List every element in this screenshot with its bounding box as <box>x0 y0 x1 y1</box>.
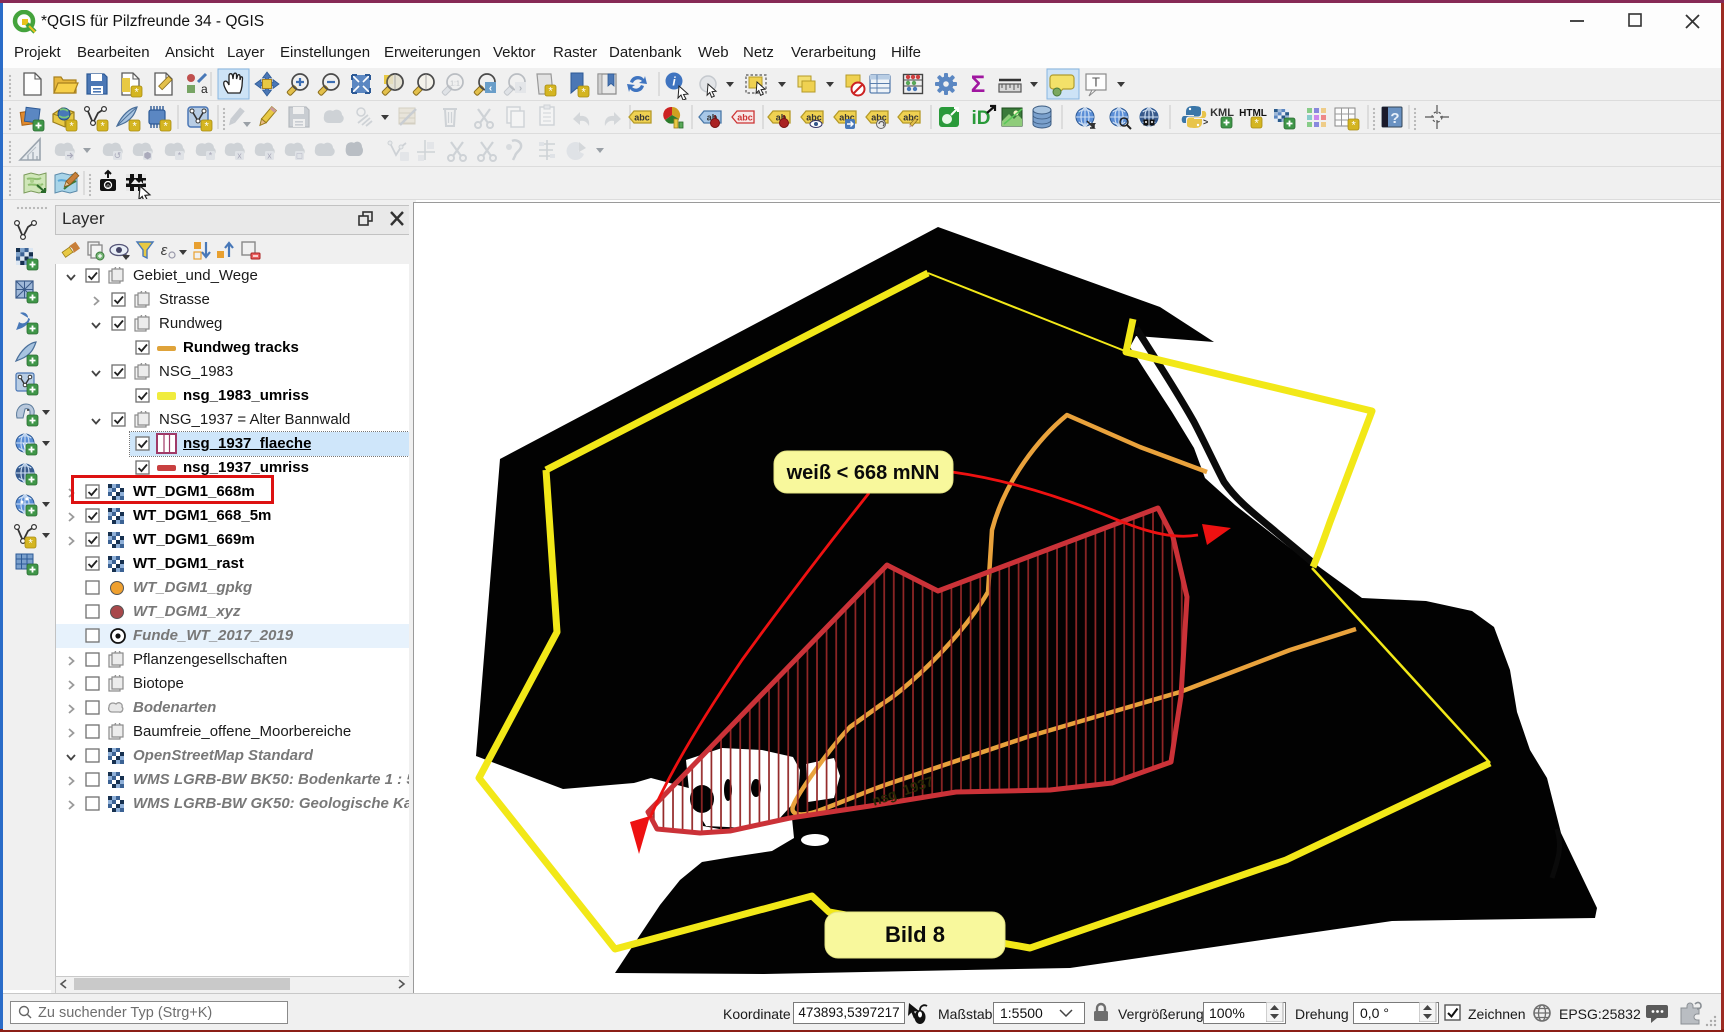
svg-text:>: > <box>1203 117 1208 127</box>
svg-text:□: □ <box>297 151 303 161</box>
svg-text:›: › <box>519 83 522 94</box>
svg-text:*: * <box>581 87 586 99</box>
svg-text:*: * <box>1254 118 1259 130</box>
svg-text:?: ? <box>1390 110 1399 127</box>
svg-text:⬢: ⬢ <box>144 151 152 161</box>
svg-text:x: x <box>237 151 242 161</box>
svg-text:*: * <box>163 121 168 133</box>
svg-text:Bild 8: Bild 8 <box>885 922 945 947</box>
svg-text:‹: ‹ <box>489 83 492 94</box>
svg-text:abc: abc <box>634 113 650 123</box>
svg-text:1:1: 1:1 <box>450 81 460 88</box>
svg-text:weiß < 668 mNN: weiß < 668 mNN <box>786 462 940 484</box>
svg-text:*: * <box>209 151 213 161</box>
svg-text:↺: ↺ <box>114 151 122 161</box>
svg-text:Σ: Σ <box>971 71 985 98</box>
svg-text:T: T <box>1092 75 1100 90</box>
svg-text:*: * <box>178 151 182 161</box>
svg-text:*: * <box>100 121 105 133</box>
svg-text:*: * <box>204 121 209 133</box>
svg-text:*: * <box>28 538 33 550</box>
svg-text:ε: ε <box>161 242 168 259</box>
svg-text:*: * <box>69 121 74 133</box>
svg-text:abc: abc <box>737 113 753 123</box>
svg-text:x: x <box>267 151 272 161</box>
svg-text:*: * <box>132 121 137 133</box>
svg-text:a: a <box>201 82 208 96</box>
svg-text:*: * <box>548 86 553 98</box>
svg-text:*: * <box>134 87 139 99</box>
svg-text:*: * <box>1351 120 1356 132</box>
